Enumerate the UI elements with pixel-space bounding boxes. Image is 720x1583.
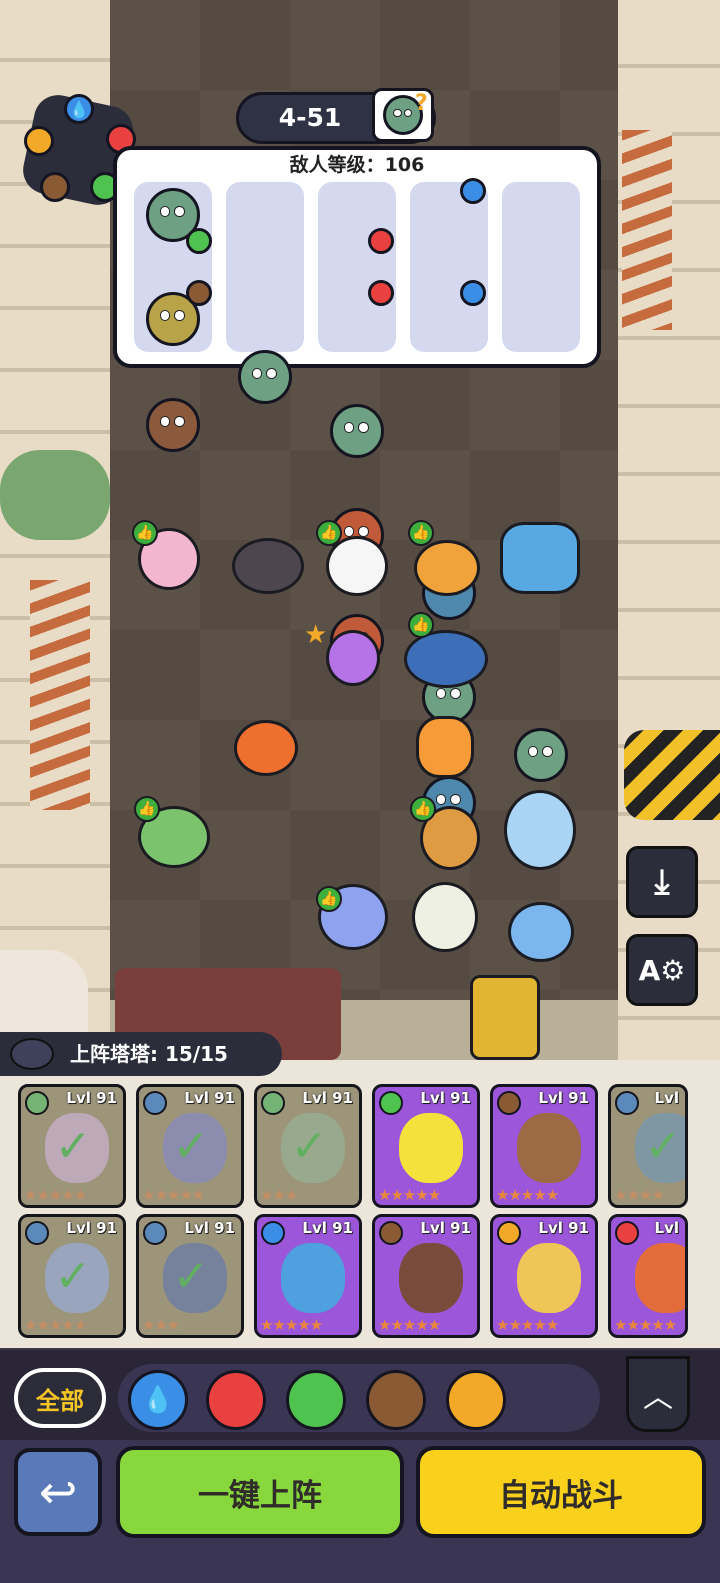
zombie-question-icon[interactable]: ? <box>372 88 434 142</box>
enemy-level-text: 敌人等级：106 <box>289 154 425 176</box>
chevron-up-icon[interactable]: ︿ <box>626 1356 690 1432</box>
download-icon[interactable]: ⤓ <box>626 846 698 918</box>
water-icon: 💧 <box>64 94 94 124</box>
pet-lion-cub[interactable] <box>414 540 480 596</box>
vine-decoration <box>0 450 110 540</box>
check-icon: ✓ <box>54 1121 92 1172</box>
enemy-zombie-dark <box>146 398 200 452</box>
fire-icon <box>368 228 394 254</box>
pet-card[interactable]: Lvl 91 ★★★★★ <box>490 1214 598 1338</box>
pet-ice-dragon[interactable] <box>504 790 576 870</box>
pet-card[interactable]: Lvl 91 ✓ ★★★★★ <box>136 1084 244 1208</box>
pet-shadow-weasel[interactable] <box>232 538 304 594</box>
enemy-column-2 <box>226 182 304 352</box>
pet-card[interactable]: Lvl 91 ★★★★★ <box>254 1214 362 1338</box>
stage-label: 4-51 <box>278 103 342 132</box>
water-icon <box>460 280 486 306</box>
pet-polar-bear[interactable] <box>326 536 388 596</box>
fence-decoration <box>30 580 90 810</box>
enemy-column-3 <box>318 182 396 352</box>
earth-filter-icon[interactable] <box>366 1370 426 1430</box>
pet-card[interactable]: Lvl 91 ✓ ★★★★★ <box>18 1084 126 1208</box>
fence-decoration-right <box>622 130 672 330</box>
yellow-barrel <box>470 975 540 1060</box>
pet-sprout-egg[interactable] <box>412 882 478 952</box>
thumbs-up-icon: 👍 <box>408 520 434 546</box>
leaf-icon <box>261 1091 285 1115</box>
earth-icon <box>40 172 70 202</box>
pet-card[interactable]: Lvl 91 ✓ ★★★ <box>254 1084 362 1208</box>
thumbs-up-icon: 👍 <box>132 520 158 546</box>
earth-icon <box>497 1091 521 1115</box>
water-icon <box>143 1091 167 1115</box>
check-icon: ✓ <box>54 1251 92 1302</box>
bolt-icon <box>497 1221 521 1245</box>
pet-card[interactable]: Lvl ✓ ★★★★ <box>608 1084 688 1208</box>
pet-cosmic-egg[interactable] <box>326 630 380 686</box>
thumbs-up-icon: 👍 <box>408 612 434 638</box>
pet-card[interactable]: Lvl 91 ★★★★★ <box>372 1214 480 1338</box>
check-icon: ✓ <box>172 1251 210 1302</box>
water-icon <box>143 1221 167 1245</box>
thumbs-up-icon: 👍 <box>410 796 436 822</box>
auto-battle-button[interactable]: 自动战斗 <box>416 1446 706 1538</box>
pet-crystal-crab[interactable] <box>500 522 580 594</box>
pet-tiger[interactable] <box>234 720 298 776</box>
water-icon <box>460 178 486 204</box>
star-icon: ★ <box>304 620 328 650</box>
thumbs-up-icon: 👍 <box>316 886 342 912</box>
enemy-column-5 <box>502 182 580 352</box>
leaf-icon <box>186 228 212 254</box>
check-icon: ✓ <box>644 1121 682 1172</box>
pet-sunflower[interactable] <box>416 716 474 778</box>
pet-card[interactable]: Lvl ★★★★★ <box>608 1214 688 1338</box>
water-icon <box>261 1221 285 1245</box>
check-icon: ✓ <box>290 1121 328 1172</box>
bolt-filter-icon[interactable] <box>446 1370 506 1430</box>
white-pet-corner <box>0 950 88 1040</box>
one-click-deploy-button[interactable]: 一键上阵 <box>116 1446 404 1538</box>
pet-blue-ghost[interactable] <box>508 902 574 962</box>
enemy-zombie <box>238 350 292 404</box>
water-filter-icon[interactable]: 💧 <box>128 1370 188 1430</box>
fire-icon <box>368 280 394 306</box>
pet-thunder-fish[interactable] <box>404 630 488 688</box>
pet-card[interactable]: Lvl 91 ✓ ★★★★★ <box>18 1214 126 1338</box>
pet-card[interactable]: Lvl 91 ✓ ★★★ <box>136 1214 244 1338</box>
leaf-filter-icon[interactable] <box>286 1370 346 1430</box>
leaf-icon <box>379 1091 403 1115</box>
water-icon <box>615 1091 639 1115</box>
leaf-icon <box>25 1091 49 1115</box>
thumbs-up-icon: 👍 <box>134 796 160 822</box>
bolt-icon <box>24 126 54 156</box>
hazard-stripe-decoration <box>624 730 720 820</box>
filter-all-button[interactable]: 全部 <box>14 1368 106 1428</box>
thumbs-up-icon: 👍 <box>316 520 342 546</box>
enemy-column-4 <box>410 182 488 352</box>
auto-settings-button[interactable]: A⚙ <box>626 934 698 1006</box>
pet-card[interactable]: Lvl 91 ★★★★★ <box>490 1084 598 1208</box>
earth-icon <box>186 280 212 306</box>
fire-filter-icon[interactable] <box>206 1370 266 1430</box>
fire-icon <box>615 1221 639 1245</box>
back-arrow-icon[interactable]: ↩ <box>14 1448 102 1536</box>
check-icon: ✓ <box>172 1121 210 1172</box>
enemy-zombie <box>514 728 568 782</box>
pet-card[interactable]: Lvl 91 ★★★★★ <box>372 1084 480 1208</box>
earth-icon <box>379 1221 403 1245</box>
enemy-zombie <box>330 404 384 458</box>
water-icon <box>25 1221 49 1245</box>
bench-count-label: 上阵塔塔: 15/15 <box>70 1042 228 1066</box>
filter-track <box>118 1364 600 1432</box>
pet-head-icon <box>10 1038 54 1070</box>
